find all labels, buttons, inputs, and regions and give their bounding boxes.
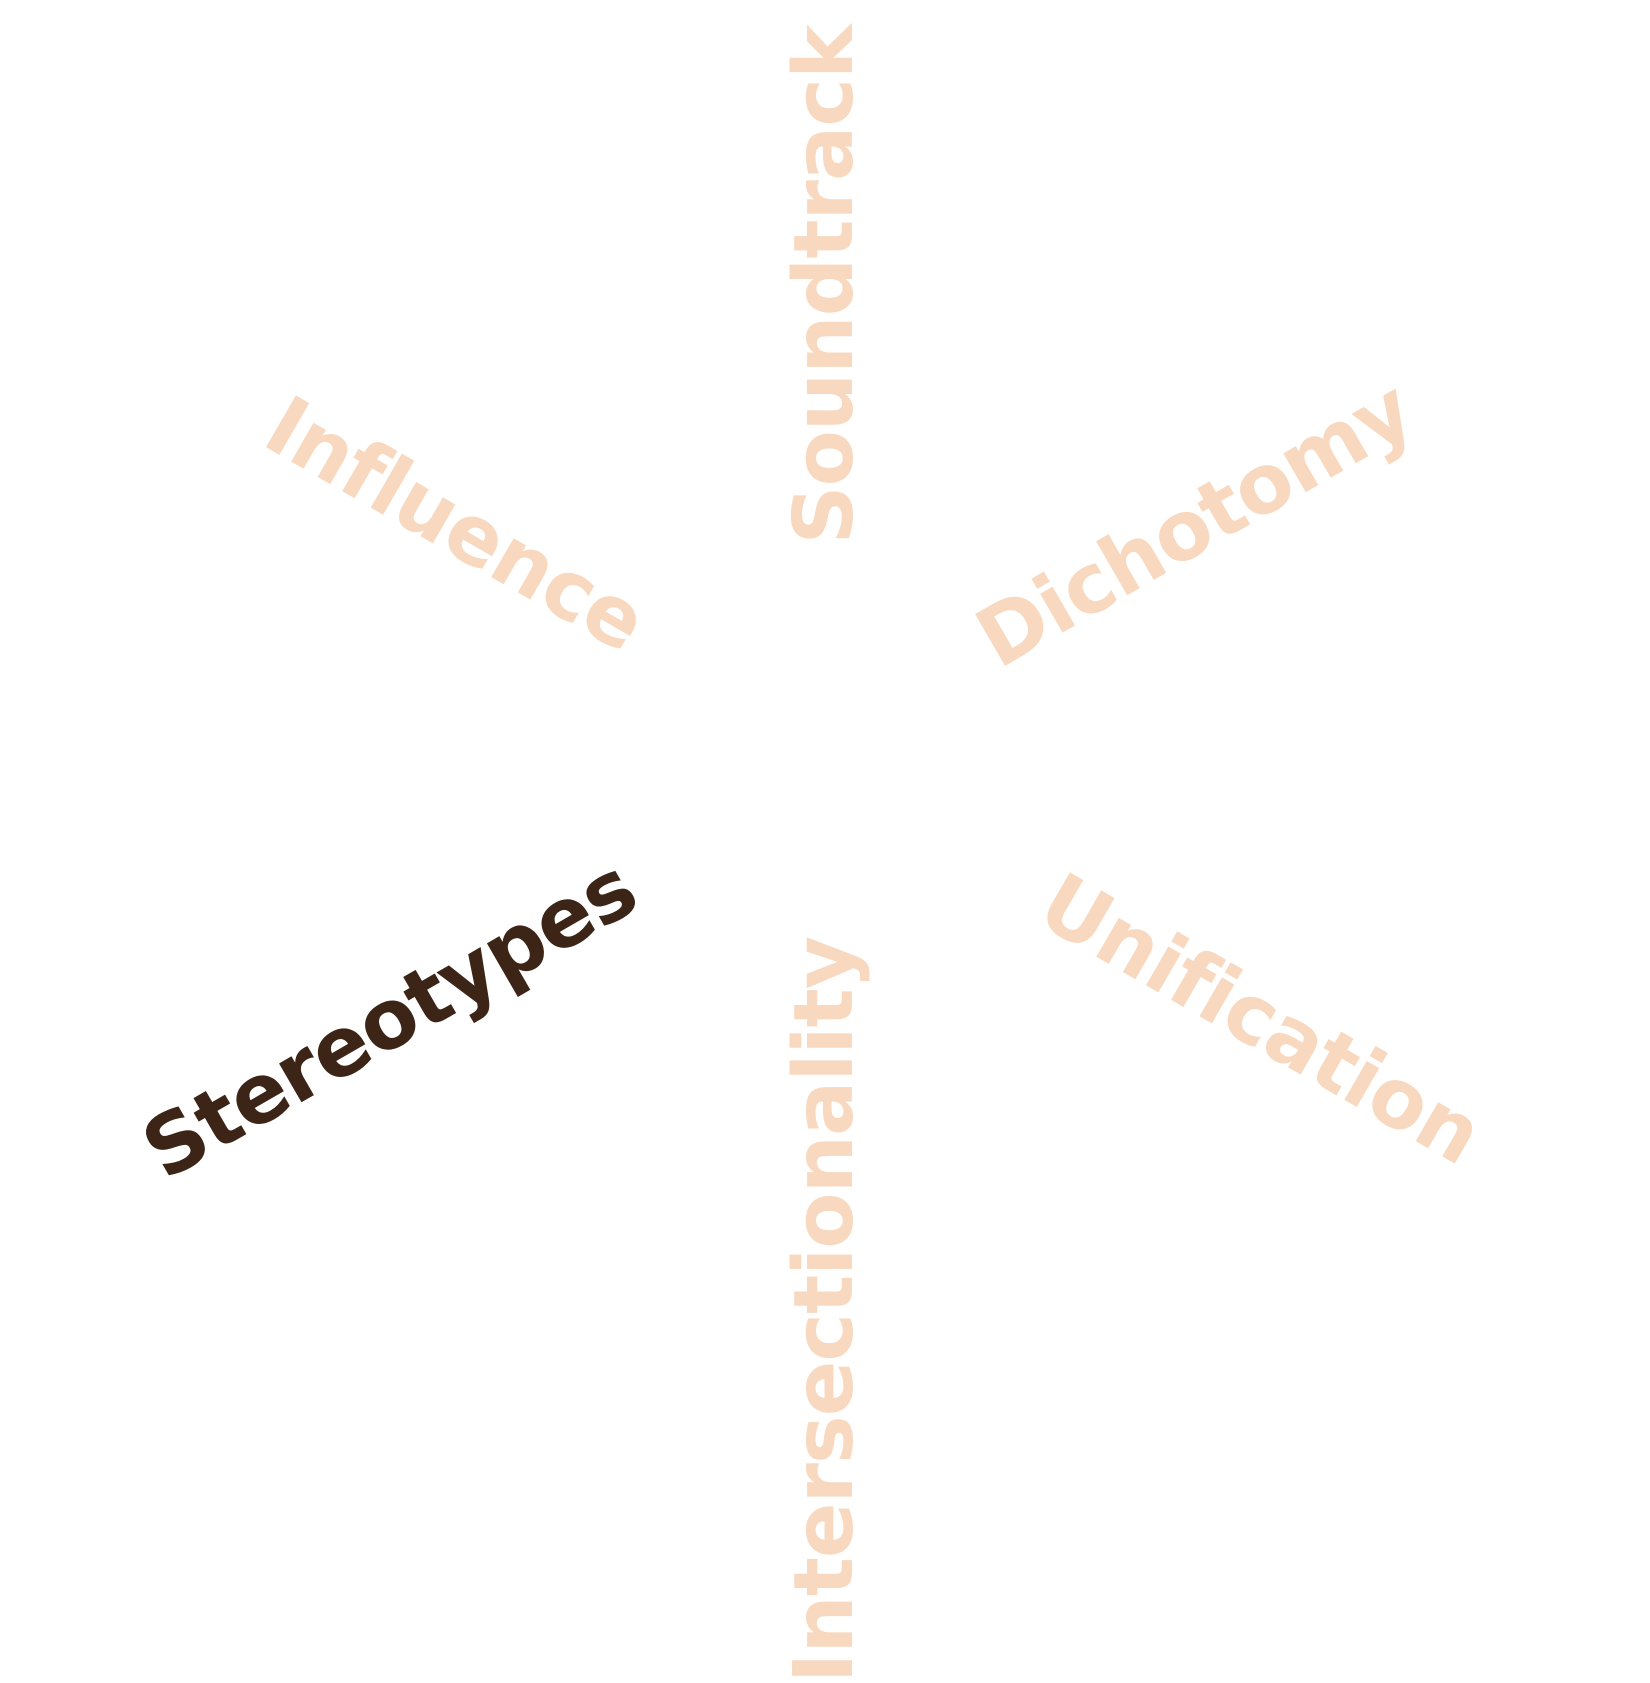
- word-intersectionality[interactable]: Intersectionality: [777, 937, 872, 1683]
- word-unification[interactable]: Unification: [1024, 855, 1497, 1183]
- word-dichotomy[interactable]: Dichotomy: [961, 362, 1428, 687]
- word-influence[interactable]: Influence: [250, 378, 661, 670]
- word-stereotypes[interactable]: Stereotypes: [127, 841, 652, 1199]
- word-wheel: Soundtrack Dichotomy Unification Interse…: [0, 0, 1650, 1683]
- word-soundtrack[interactable]: Soundtrack: [777, 26, 872, 545]
